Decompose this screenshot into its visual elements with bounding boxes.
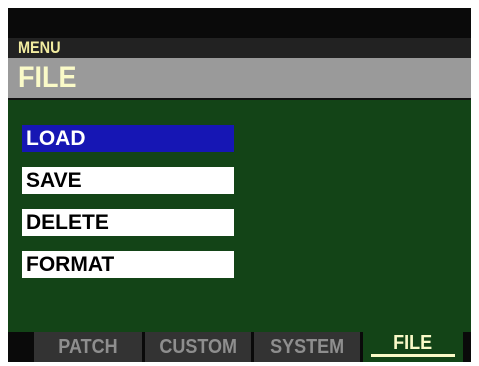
menu-item-load[interactable]: LOAD	[22, 125, 234, 152]
page-title: FILE	[18, 61, 77, 94]
menu-content: LOAD SAVE DELETE FORMAT	[8, 100, 471, 332]
tab-system-label: SYSTEM	[269, 336, 345, 358]
active-tab-underline	[371, 354, 455, 357]
menu-item-delete[interactable]: DELETE	[22, 209, 234, 236]
tab-patch[interactable]: PATCH	[34, 332, 142, 362]
menu-item-save[interactable]: SAVE	[22, 167, 234, 194]
tab-patch-label: PATCH	[58, 336, 118, 358]
lcd-screen: MENU FILE LOAD SAVE DELETE FORMAT PATCH …	[8, 8, 471, 362]
header-top-bar	[8, 38, 471, 58]
tab-file[interactable]: FILE	[363, 332, 463, 362]
menu-item-format[interactable]: FORMAT	[22, 251, 234, 278]
tab-custom[interactable]: CUSTOM	[145, 332, 251, 362]
menu-label: MENU	[18, 38, 61, 57]
title-bar: FILE	[8, 58, 471, 98]
tab-bar: PATCH CUSTOM SYSTEM FILE	[8, 332, 471, 362]
tab-custom-label: CUSTOM	[159, 336, 237, 358]
tab-system[interactable]: SYSTEM	[254, 332, 360, 362]
